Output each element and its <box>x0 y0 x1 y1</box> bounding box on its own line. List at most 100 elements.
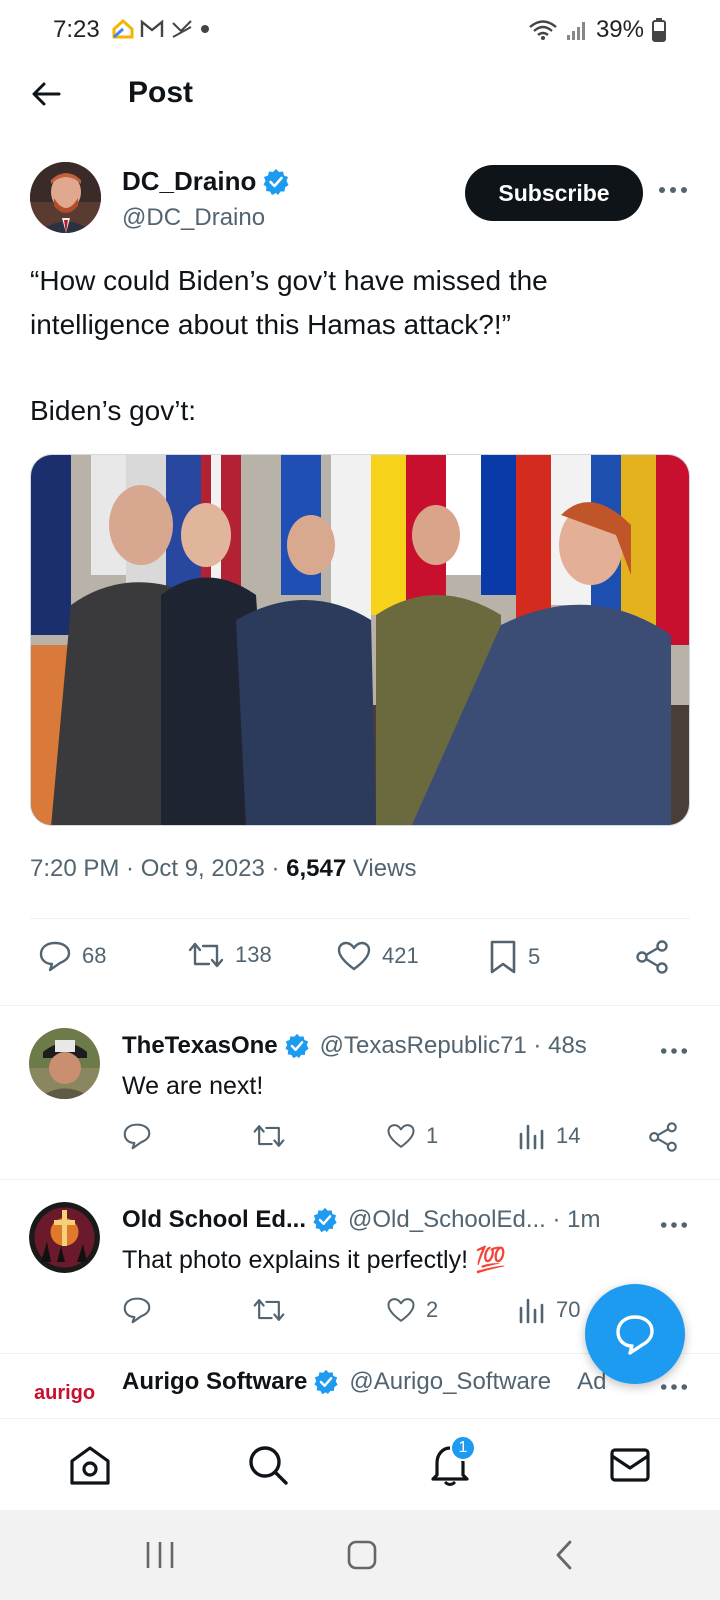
more-horizontal-icon <box>660 1048 688 1054</box>
more-options-button[interactable] <box>660 1210 688 1236</box>
heart-icon <box>387 1298 415 1322</box>
verified-badge-icon <box>314 1369 338 1395</box>
nav-notifications[interactable]: 1 <box>426 1435 476 1489</box>
ad-logo-text: aurigo <box>34 1382 96 1404</box>
notification-icons <box>112 18 210 40</box>
post-author: DC_Draino @DC_Draino Subscribe <box>30 162 690 237</box>
post-photo <box>31 455 689 825</box>
compose-reply-button[interactable] <box>585 1284 685 1384</box>
chevron-left-icon <box>556 1540 572 1570</box>
views-label: Views <box>346 855 417 882</box>
post-timestamp: 7:20 PM · Oct 9, 2023 · <box>30 855 287 882</box>
reply-header: Aurigo Software @Aurigo_Software Ad <box>122 1368 607 1396</box>
comment-icon <box>123 1123 151 1150</box>
repost-icon <box>253 1299 285 1321</box>
reply-author-name[interactable]: Old School Ed... <box>122 1206 306 1234</box>
bottom-navigation: 1 <box>0 1418 720 1510</box>
battery-percent: 39% <box>595 16 644 43</box>
page-title: Post <box>128 76 194 109</box>
author-handle[interactable]: @DC_Draino <box>122 204 265 232</box>
reply-button[interactable]: 68 <box>38 940 106 972</box>
comment-icon <box>123 1297 151 1324</box>
reply-author-name[interactable]: Aurigo Software <box>122 1368 307 1396</box>
author-name[interactable]: DC_Draino <box>122 166 256 197</box>
more-horizontal-icon <box>660 1222 688 1228</box>
reply-author-handle[interactable]: @Old_SchoolEd... · 1m <box>348 1206 600 1234</box>
dot-icon <box>201 25 209 33</box>
nav-home[interactable] <box>66 1441 114 1489</box>
bookmark-button[interactable]: 5 <box>488 940 540 974</box>
mail-icon <box>610 1448 650 1482</box>
recent-apps-button[interactable] <box>140 1538 180 1572</box>
home-icon <box>70 1446 110 1485</box>
post-text-quote: “How could Biden’s gov’t have missed the… <box>30 265 548 340</box>
gmail-icon <box>140 19 164 37</box>
like-button[interactable]: 1 <box>386 1122 438 1150</box>
repost-button[interactable] <box>252 1296 296 1324</box>
status-time: 7:23 <box>53 16 100 43</box>
reply-text: That photo explains it perfectly! 💯 <box>122 1246 507 1274</box>
like-button[interactable]: 2 <box>386 1296 438 1324</box>
reply-author-handle[interactable]: @TexasRepublic71 · 48s <box>320 1032 587 1060</box>
nav-messages[interactable] <box>606 1441 654 1489</box>
post-meta: 7:20 PM · Oct 9, 2023 · 6,547 Views <box>30 855 416 883</box>
reply-item[interactable]: TheTexasOne @TexasRepublic71 · 48s We ar… <box>0 1006 720 1178</box>
signal-icon <box>566 22 585 40</box>
google-home-icon <box>112 18 134 39</box>
reply-button[interactable] <box>122 1122 162 1150</box>
post-actions: 68 138 421 5 <box>30 940 690 990</box>
heart-icon <box>387 1124 415 1148</box>
divider <box>30 918 690 919</box>
verified-badge-icon <box>285 1033 309 1059</box>
wifi-icon <box>529 20 557 40</box>
reply-button[interactable] <box>122 1296 162 1324</box>
avatar-image <box>29 1202 100 1273</box>
heart-icon <box>337 941 371 971</box>
notification-badge: 1 <box>450 1435 476 1461</box>
share-button[interactable] <box>635 940 669 974</box>
more-options-button[interactable] <box>660 1036 688 1062</box>
header: Post <box>0 62 720 132</box>
more-options-button[interactable] <box>658 174 694 204</box>
repost-icon <box>188 942 224 968</box>
missed-call-icon <box>172 20 192 38</box>
analytics-icon <box>519 1298 544 1324</box>
avatar-image <box>30 162 101 233</box>
views-button[interactable]: 14 <box>518 1122 580 1150</box>
avatar[interactable] <box>29 1028 100 1099</box>
views-count: 6,547 <box>286 855 347 882</box>
like-button[interactable]: 421 <box>336 940 419 972</box>
analytics-icon <box>519 1124 544 1150</box>
home-system-button[interactable] <box>342 1538 382 1572</box>
verified-badge-icon <box>263 168 289 195</box>
more-horizontal-icon <box>660 1384 688 1390</box>
reply-author-name[interactable]: TheTexasOne <box>122 1032 278 1060</box>
post-image[interactable] <box>30 454 690 826</box>
subscribe-button[interactable]: Subscribe <box>465 165 643 221</box>
reply-text: We are next! <box>122 1072 264 1100</box>
nav-search[interactable] <box>244 1441 292 1489</box>
reply-author-handle[interactable]: @Aurigo_Software <box>349 1368 551 1396</box>
author-name-row: DC_Draino <box>122 166 290 197</box>
ad-avatar[interactable]: aurigo <box>28 1364 108 1418</box>
status-right: 39% <box>528 16 666 44</box>
system-back-button[interactable] <box>544 1538 584 1572</box>
back-button[interactable] <box>28 76 64 112</box>
post-text: “How could Biden’s gov’t have missed the… <box>30 259 690 475</box>
bookmark-icon <box>490 940 516 974</box>
repost-button[interactable]: 138 <box>187 940 272 970</box>
verified-badge-icon <box>313 1207 337 1233</box>
status-bar: 7:23 39% <box>0 0 720 62</box>
share-icon <box>649 1122 677 1152</box>
repost-icon <box>253 1125 285 1147</box>
more-options-button[interactable] <box>660 1372 688 1398</box>
reply-header: TheTexasOne @TexasRepublic71 · 48s <box>122 1032 587 1060</box>
views-button[interactable]: 70 <box>518 1296 580 1324</box>
share-button[interactable] <box>648 1122 678 1152</box>
avatar[interactable] <box>30 162 101 233</box>
repost-button[interactable] <box>252 1122 296 1150</box>
reply-header: Old School Ed... @Old_SchoolEd... · 1m <box>122 1206 600 1234</box>
avatar[interactable] <box>29 1202 100 1273</box>
reply-actions: 1 14 <box>122 1122 692 1172</box>
more-horizontal-icon <box>659 187 687 193</box>
